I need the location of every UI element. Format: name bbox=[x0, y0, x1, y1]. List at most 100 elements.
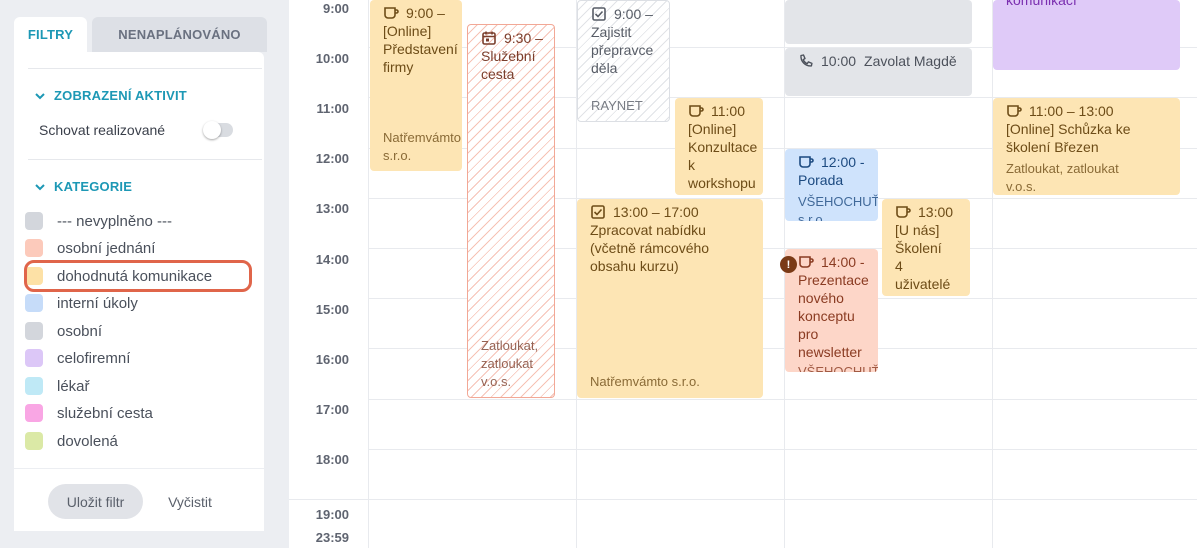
event-time: 11:00 – 13:00 bbox=[1029, 103, 1114, 119]
category-item[interactable]: interní úkoly bbox=[25, 293, 245, 313]
category-label: celofiremní bbox=[57, 349, 131, 367]
section-category[interactable]: KATEGORIE bbox=[34, 179, 132, 194]
time-label: 13:00 bbox=[315, 201, 349, 216]
save-filter-button[interactable]: Uložit filtr bbox=[48, 484, 143, 519]
calendar-event[interactable]: 12:00 - Porada VŠEHOCHUŤ s.r.o. bbox=[785, 149, 878, 221]
time-label: 15:00 bbox=[315, 302, 349, 317]
column-divider bbox=[368, 0, 369, 548]
category-swatch bbox=[25, 294, 43, 312]
category-label: lékař bbox=[57, 377, 90, 395]
phone-icon bbox=[800, 54, 813, 67]
time-label: 19:00 bbox=[315, 507, 349, 522]
calendar-grid: 9:00 10:00 11:00 12:00 13:00 14:00 15:00… bbox=[289, 0, 1197, 548]
section-activity-view[interactable]: ZOBRAZENÍ AKTIVIT bbox=[34, 88, 187, 103]
cup-icon bbox=[799, 256, 814, 268]
highlight-outline bbox=[24, 260, 252, 292]
filter-panel: FILTRY NENAPLÁNOVÁNO ZOBRAZENÍ AKTIVIT S… bbox=[0, 0, 289, 548]
event-time: 9:30 – bbox=[504, 30, 543, 46]
hour-line bbox=[368, 499, 1197, 500]
category-item[interactable]: lékař bbox=[25, 376, 245, 396]
hour-line bbox=[368, 449, 1197, 450]
category-swatch bbox=[25, 322, 43, 340]
category-swatch bbox=[25, 377, 43, 395]
event-time: 9:00 – bbox=[614, 6, 653, 22]
category-item[interactable]: osobní bbox=[25, 321, 245, 341]
category-item[interactable]: osobní jednání bbox=[25, 238, 245, 258]
time-label: 12:00 bbox=[315, 151, 349, 166]
calendar-event[interactable]: 13:00 [U nás] Školení 4 uživatelé bbox=[882, 199, 970, 296]
time-label: 14:00 bbox=[315, 252, 349, 267]
hour-line bbox=[368, 399, 1197, 400]
alert-icon: ! bbox=[780, 256, 797, 273]
event-company: Zatloukat, zatloukat v.o.s. bbox=[1006, 161, 1119, 194]
hide-completed-toggle[interactable] bbox=[203, 121, 233, 139]
calendar-event[interactable]: 9:00 – [Online] Představení firmy Natřem… bbox=[370, 0, 462, 171]
event-title: Zajistit přepravce děla bbox=[591, 24, 654, 76]
checkbox-icon bbox=[592, 7, 606, 21]
section-title: ZOBRAZENÍ AKTIVIT bbox=[54, 88, 187, 103]
category-label: osobní bbox=[57, 322, 103, 340]
divider bbox=[28, 159, 262, 160]
divider bbox=[28, 68, 262, 69]
calendar-event[interactable]: 13:00 – 17:00 Zpracovat nabídku (včetně … bbox=[577, 199, 763, 398]
category-label: služební cesta bbox=[57, 404, 153, 422]
category-item[interactable]: služební cesta bbox=[25, 403, 245, 423]
section-title: KATEGORIE bbox=[54, 179, 133, 194]
category-label: dovolená bbox=[57, 432, 118, 450]
category-swatch bbox=[25, 404, 43, 422]
time-label: 10:00 bbox=[315, 51, 349, 66]
cup-icon bbox=[384, 7, 399, 19]
filter-footer: Uložit filtr Vyčistit bbox=[14, 469, 264, 531]
event-title: Zavolat Magdě bbox=[864, 53, 957, 69]
event-title: Služební cesta bbox=[481, 48, 536, 82]
event-time: 13:00 – 17:00 bbox=[613, 204, 699, 220]
calendar-event[interactable]: 9:00 – Zajistit přepravce děla RAYNET bbox=[577, 0, 670, 122]
event-company: RAYNET bbox=[591, 98, 643, 113]
chevron-down-icon bbox=[35, 183, 45, 190]
event-company: VŠEHOCHUŤ bbox=[798, 364, 878, 372]
toggle-knob bbox=[203, 121, 221, 139]
event-company: Natřemvámto s.r.o. bbox=[590, 374, 700, 389]
category-swatch bbox=[25, 212, 43, 230]
event-title: komunikací bbox=[1006, 0, 1077, 8]
calendar-event[interactable] bbox=[785, 0, 972, 44]
calendar-event[interactable]: 10:00 Zavolat Magdě bbox=[785, 48, 972, 96]
category-swatch bbox=[25, 239, 43, 257]
event-title: Zpracovat nabídku (včetně rámcového obsa… bbox=[590, 222, 710, 274]
event-title: [Online] Schůzka ke školení Březen bbox=[1006, 121, 1131, 155]
time-label: 23:59 bbox=[315, 530, 349, 545]
category-label: --- nevyplněno --- bbox=[57, 212, 173, 230]
calendar-icon bbox=[482, 31, 496, 45]
calendar-event[interactable]: 14:00 - Prezentace nového konceptu pro n… bbox=[785, 249, 878, 372]
tab-filters[interactable]: FILTRY bbox=[14, 17, 87, 52]
category-label: osobní jednání bbox=[57, 239, 156, 257]
event-title: [Online] Konzultace k workshopu bbox=[688, 121, 758, 191]
event-company: Natřemvámto s.r.o. bbox=[383, 130, 462, 163]
time-divider bbox=[289, 499, 369, 500]
cup-icon bbox=[799, 156, 814, 168]
cup-icon bbox=[1007, 105, 1022, 117]
event-title: Porada bbox=[798, 172, 844, 188]
event-title: Prezentace nového konceptu pro newslette… bbox=[798, 272, 869, 360]
category-item[interactable]: dovolená bbox=[25, 431, 245, 451]
calendar-event[interactable]: 9:30 – Služební cesta Zatloukat, zatlouk… bbox=[467, 24, 555, 398]
column-divider bbox=[992, 0, 993, 548]
category-swatch bbox=[25, 432, 43, 450]
calendar-event[interactable]: komunikací bbox=[993, 0, 1180, 70]
category-item[interactable]: celofiremní bbox=[25, 348, 245, 368]
tab-unplanned[interactable]: NENAPLÁNOVÁNO bbox=[92, 17, 267, 52]
time-label: 11:00 bbox=[316, 101, 349, 116]
event-time: 13:00 bbox=[918, 204, 954, 220]
clear-button[interactable]: Vyčistit bbox=[154, 484, 226, 519]
category-item[interactable]: --- nevyplněno --- bbox=[25, 211, 245, 231]
time-label: 18:00 bbox=[315, 452, 349, 467]
event-company: Zatloukat, zatloukat v.o.s. bbox=[481, 338, 539, 389]
calendar-event[interactable]: 11:00 [Online] Konzultace k workshopu bbox=[675, 98, 763, 195]
time-label: 9:00 bbox=[322, 1, 349, 16]
event-time: 9:00 – bbox=[406, 5, 445, 21]
event-time: 11:00 bbox=[711, 103, 745, 119]
chevron-down-icon bbox=[35, 92, 45, 99]
event-time: 14:00 - bbox=[821, 254, 865, 270]
calendar-event[interactable]: 11:00 – 13:00 [Online] Schůzka ke školen… bbox=[993, 98, 1180, 195]
event-time: 10:00 bbox=[821, 53, 857, 69]
